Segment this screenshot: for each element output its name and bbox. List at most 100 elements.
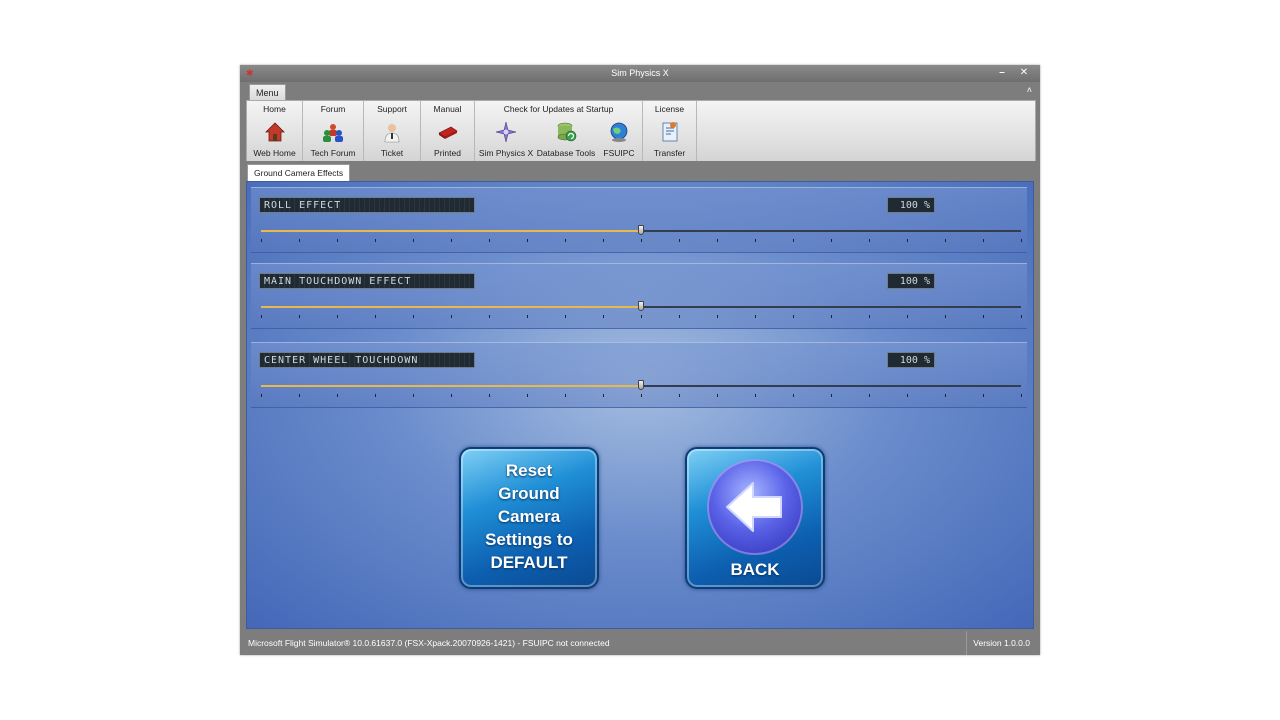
- minimize-button[interactable]: –: [994, 66, 1010, 80]
- slider-tick: [945, 239, 946, 242]
- slider-tick: [375, 239, 376, 242]
- close-button[interactable]: ✕: [1016, 66, 1032, 80]
- transfer-label: Transfer: [653, 148, 686, 158]
- main-touchdown-effect-label: MAIN TOUCHDOWN EFFECT: [259, 273, 475, 289]
- roll-effect-row: ROLL EFFECT 100 %: [251, 187, 1027, 253]
- reset-ground-camera-default-button[interactable]: Reset Ground Camera Settings to DEFAULT: [459, 447, 599, 589]
- slider-tick: [755, 239, 756, 242]
- ticket-button[interactable]: Ticket: [364, 117, 420, 159]
- slider-tick: [261, 394, 262, 397]
- app-window: ✱ Sim Physics X – ✕ Menu ˄ Home Web Home…: [240, 65, 1040, 655]
- slider-tick: [679, 239, 680, 242]
- group-label: Support: [377, 104, 407, 114]
- window-title: Sim Physics X: [611, 68, 669, 78]
- main-touchdown-effect-value: 100 %: [887, 273, 935, 289]
- slider-tick: [1021, 315, 1022, 318]
- license-document-icon: [662, 122, 677, 142]
- compass-star-icon: [495, 121, 517, 143]
- roll-effect-label: ROLL EFFECT: [259, 197, 475, 213]
- slider-thumb[interactable]: [638, 380, 644, 390]
- title-bar[interactable]: ✱ Sim Physics X – ✕: [240, 65, 1040, 82]
- slider-tick: [489, 315, 490, 318]
- slider-fill: [261, 385, 641, 387]
- slider-fill: [261, 306, 641, 308]
- slider-tick: [717, 315, 718, 318]
- back-label: BACK: [730, 560, 780, 579]
- fsuipc-label: FSUIPC: [603, 148, 635, 158]
- sim-physics-x-update-button[interactable]: Sim Physics X: [477, 117, 535, 159]
- ribbon-group-manual: Manual Printed: [421, 101, 475, 161]
- ribbon-tab-strip: Menu ˄: [240, 82, 1040, 101]
- reset-line: Ground: [498, 484, 560, 503]
- slider-tick: [793, 315, 794, 318]
- slider-tick: [983, 239, 984, 242]
- tech-forum-button[interactable]: Tech Forum: [303, 117, 363, 159]
- forum-users-icon: [323, 124, 343, 142]
- slider-tick: [945, 394, 946, 397]
- slider-tick: [983, 394, 984, 397]
- slider-tick: [869, 239, 870, 242]
- slider-fill: [261, 230, 641, 232]
- slider-tick: [603, 315, 604, 318]
- slider-tick: [717, 394, 718, 397]
- ticket-label: Ticket: [380, 148, 404, 158]
- slider-tick: [527, 394, 528, 397]
- slider-tick: [451, 315, 452, 318]
- reset-line: Settings to: [485, 530, 573, 549]
- slider-ticks: [261, 315, 1022, 319]
- slider-tick: [793, 239, 794, 242]
- back-arrow-icon: [726, 482, 782, 532]
- slider-tick: [1021, 394, 1022, 397]
- slider-tick: [641, 394, 642, 397]
- roll-effect-slider[interactable]: [261, 225, 1021, 235]
- document-tab-strip: Ground Camera Effects: [240, 161, 1040, 182]
- roll-effect-value: 100 %: [887, 197, 935, 213]
- main-touchdown-effect-row: MAIN TOUCHDOWN EFFECT 100 %: [251, 263, 1027, 329]
- tab-ground-camera-effects[interactable]: Ground Camera Effects: [247, 164, 351, 182]
- slider-tick: [565, 315, 566, 318]
- slider-tick: [603, 239, 604, 242]
- slider-thumb[interactable]: [638, 301, 644, 311]
- slider-tick: [527, 315, 528, 318]
- ribbon-group-license: License Transfer: [643, 101, 697, 161]
- web-home-label: Web Home: [253, 148, 296, 158]
- main-touchdown-effect-slider[interactable]: [261, 301, 1021, 311]
- slider-tick: [679, 394, 680, 397]
- slider-tick: [261, 239, 262, 242]
- slider-tick: [831, 394, 832, 397]
- tab-menu[interactable]: Menu: [249, 84, 286, 101]
- slider-tick: [337, 239, 338, 242]
- globe-icon: [610, 122, 628, 142]
- slider-ticks: [261, 394, 1022, 398]
- slider-tick: [831, 239, 832, 242]
- slider-tick: [565, 239, 566, 242]
- slider-tick: [755, 394, 756, 397]
- license-transfer-button[interactable]: Transfer: [643, 117, 696, 159]
- web-home-button[interactable]: Web Home: [247, 117, 302, 159]
- slider-tick: [527, 239, 528, 242]
- slider-tick: [375, 394, 376, 397]
- ribbon-collapse-icon[interactable]: ˄: [1027, 85, 1032, 95]
- group-label: Manual: [433, 104, 462, 114]
- home-icon: [264, 122, 285, 142]
- back-button[interactable]: BACK: [685, 447, 825, 589]
- slider-tick: [299, 394, 300, 397]
- reset-line: DEFAULT: [490, 553, 568, 572]
- status-bar: Microsoft Flight Simulator® 10.0.61637.0…: [240, 631, 1040, 655]
- database-tools-label: Database Tools: [536, 148, 596, 158]
- slider-tick: [451, 394, 452, 397]
- database-tools-button[interactable]: Database Tools: [535, 117, 597, 159]
- slider-tick: [679, 315, 680, 318]
- slider-thumb[interactable]: [638, 225, 644, 235]
- ribbon-group-home: Home Web Home: [247, 101, 303, 161]
- printed-manual-button[interactable]: Printed: [421, 117, 474, 159]
- slider-tick: [299, 315, 300, 318]
- center-wheel-touchdown-slider[interactable]: [261, 380, 1021, 390]
- slider-tick: [869, 315, 870, 318]
- slider-tick: [831, 315, 832, 318]
- slider-tick: [641, 239, 642, 242]
- slider-tick: [603, 394, 604, 397]
- fsuipc-update-button[interactable]: FSUIPC: [597, 117, 641, 159]
- slider-tick: [413, 239, 414, 242]
- center-wheel-touchdown-row: CENTER WHEEL TOUCHDOWN 100 %: [251, 342, 1027, 408]
